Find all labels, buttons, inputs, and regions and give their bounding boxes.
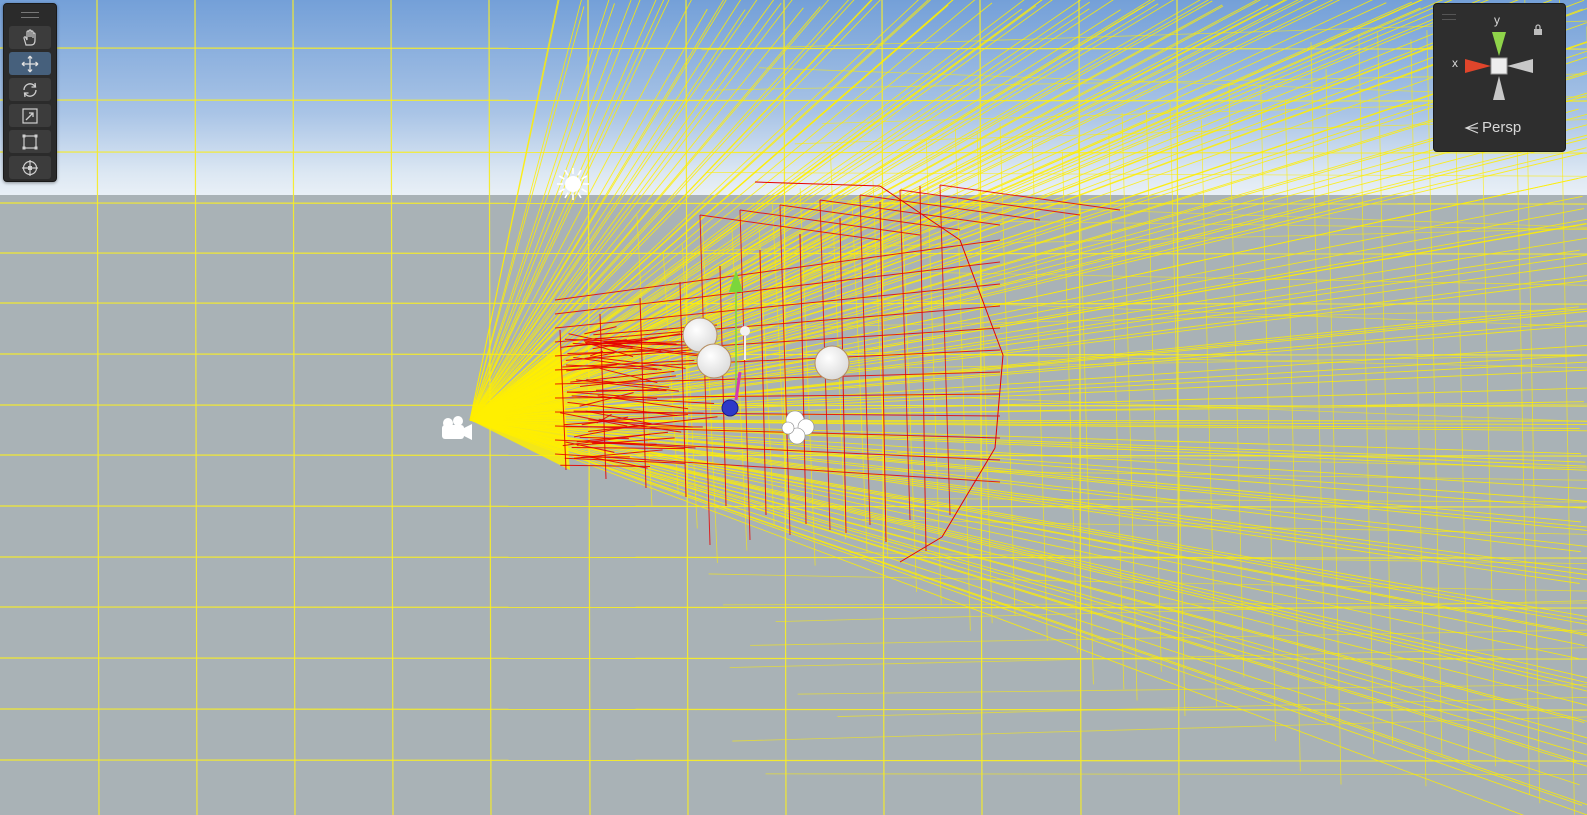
move-icon [21, 55, 39, 72]
tool-palette [3, 3, 57, 182]
neg-y-axis-cone [1493, 76, 1505, 100]
center-cube [1490, 57, 1508, 75]
rect-tool-button[interactable] [9, 130, 51, 153]
ground [0, 195, 1587, 815]
rect-icon [22, 134, 38, 149]
hand-icon [23, 28, 36, 46]
rotate-icon [23, 82, 37, 97]
x-axis-label: x [1452, 56, 1458, 70]
sphere-object [814, 345, 850, 381]
z-handle [721, 399, 739, 417]
transform-tool-button[interactable] [9, 156, 51, 179]
transform-icon [22, 159, 38, 176]
projection-label: Persp [1482, 119, 1522, 136]
sphere-object [696, 343, 732, 379]
x-axis-cone [1465, 59, 1491, 73]
character-object [740, 326, 750, 336]
scene-canvas[interactable] [0, 0, 1587, 815]
projection-toggle[interactable]: Persp [1464, 119, 1521, 136]
scale-icon [22, 107, 38, 124]
perspective-icon [1464, 121, 1479, 134]
gizmo-grip[interactable] [1442, 14, 1456, 20]
neg-x-axis-cone [1507, 59, 1533, 73]
orientation-gizmo: y x Persp [1433, 3, 1566, 152]
scene-view[interactable] [0, 0, 1587, 815]
toolbar-grip[interactable] [21, 12, 39, 18]
rotate-tool-button[interactable] [9, 78, 51, 101]
scale-tool-button[interactable] [9, 104, 51, 127]
move-tool-button[interactable] [9, 52, 51, 75]
hand-tool-button[interactable] [9, 26, 51, 49]
y-axis-label: y [1494, 13, 1500, 27]
y-axis-cone [1492, 32, 1506, 56]
axis-cones [1465, 32, 1533, 100]
